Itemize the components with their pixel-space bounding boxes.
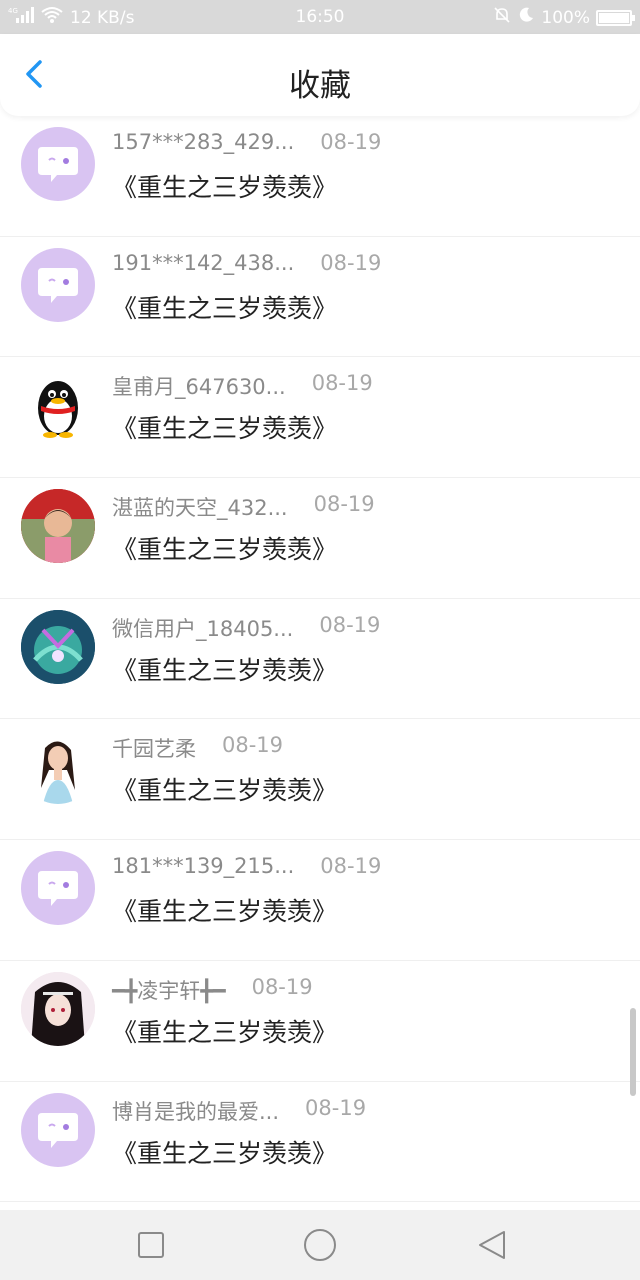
user-name: 191***142_438...	[112, 250, 295, 275]
home-button[interactable]	[301, 1226, 339, 1264]
book-title: 《重生之三岁羡羡》	[112, 173, 338, 202]
book-title: 《重生之三岁羡羡》	[112, 776, 338, 806]
moon-icon	[517, 6, 535, 29]
anime-character-icon	[21, 971, 95, 1046]
user-name: 皇甫月_647630...	[112, 375, 286, 400]
page-title: 收藏	[289, 68, 351, 104]
item-date: 08-19	[222, 733, 284, 758]
chat-bubble-icon	[38, 147, 78, 182]
item-date: 08-19	[319, 612, 381, 637]
avatar	[21, 127, 95, 201]
square-icon	[138, 1232, 164, 1258]
item-date: 08-19	[320, 130, 382, 154]
user-name: ━╋凌宇轩╋━	[112, 978, 226, 1003]
item-date: 08-19	[251, 974, 313, 999]
battery-icon	[596, 9, 635, 26]
book-title: 《重生之三岁羡羡》	[112, 655, 338, 685]
back-nav-button[interactable]	[472, 1226, 510, 1264]
chat-bubble-icon	[38, 267, 78, 303]
book-title: 《重生之三岁羡羡》	[112, 535, 338, 565]
triangle-back-icon	[479, 1231, 505, 1259]
penguin-icon	[38, 381, 78, 439]
user-name: 181***139_215...	[112, 854, 295, 879]
scrollbar[interactable]	[630, 1008, 636, 1096]
book-title: 《重生之三岁羡羡》	[112, 293, 338, 323]
chat-bubble-icon	[38, 1112, 78, 1148]
avatar	[21, 609, 95, 684]
header: 收藏	[0, 34, 640, 116]
avatar	[21, 730, 95, 805]
list-item[interactable]: 皇甫月_647630... 08-19 《重生之三岁羡羡》	[0, 357, 640, 479]
battery-percent: 100%	[541, 7, 590, 28]
list-item[interactable]: 181***139_215... 08-19 《重生之三岁羡羡》	[0, 840, 640, 961]
woman-photo-icon	[21, 730, 95, 805]
list-item[interactable]: 191***142_438... 08-19 《重生之三岁羡羡》	[0, 237, 640, 358]
user-name: 157***283_429...	[112, 130, 295, 154]
favorites-list: 157***283_429... 08-19 《重生之三岁羡羡》 191***1…	[0, 116, 640, 1210]
book-title: 《重生之三岁羡羡》	[112, 1138, 338, 1168]
user-name: 湛蓝的天空_432...	[112, 496, 288, 521]
child-photo-icon	[21, 489, 95, 564]
avatar	[21, 971, 95, 1046]
item-date: 08-19	[305, 1095, 367, 1120]
avatar	[21, 1092, 95, 1167]
list-item[interactable]: 博肖是我的最爱... 08-19 《重生之三岁羡羡》	[0, 1082, 640, 1203]
recent-apps-button[interactable]	[132, 1226, 170, 1264]
chat-bubble-icon	[38, 871, 78, 907]
user-name: 千园艺柔	[112, 737, 196, 762]
navigation-bar	[0, 1210, 640, 1280]
avatar	[21, 489, 95, 564]
bell-muted-icon	[493, 6, 511, 29]
list-item[interactable]: 微信用户_18405... 08-19 《重生之三岁羡羡》	[0, 599, 640, 720]
book-title: 《重生之三岁羡羡》	[112, 897, 338, 927]
user-name: 微信用户_18405...	[112, 616, 294, 641]
avatar	[21, 851, 95, 926]
user-name: 博肖是我的最爱...	[112, 1099, 280, 1124]
avatar	[21, 247, 95, 322]
book-title: 《重生之三岁羡羡》	[112, 414, 338, 444]
list-item[interactable]: 湛蓝的天空_432... 08-19 《重生之三岁羡羡》	[0, 478, 640, 599]
list-item[interactable]: 157***283_429... 08-19 《重生之三岁羡羡》	[0, 116, 640, 237]
item-date: 08-19	[320, 854, 382, 879]
anime-art-icon	[21, 609, 95, 684]
book-title: 《重生之三岁羡羡》	[112, 1017, 338, 1047]
list-item[interactable]: ━╋凌宇轩╋━ 08-19 《重生之三岁羡羡》	[0, 961, 640, 1082]
status-bar: 4G 12 KB/s 16:50 100%	[0, 0, 640, 34]
avatar	[21, 368, 95, 443]
item-date: 08-19	[313, 492, 375, 517]
list-item[interactable]: 千园艺柔 08-19 《重生之三岁羡羡》	[0, 719, 640, 841]
item-date: 08-19	[311, 371, 373, 396]
item-date: 08-19	[320, 250, 382, 275]
circle-icon	[304, 1229, 336, 1261]
